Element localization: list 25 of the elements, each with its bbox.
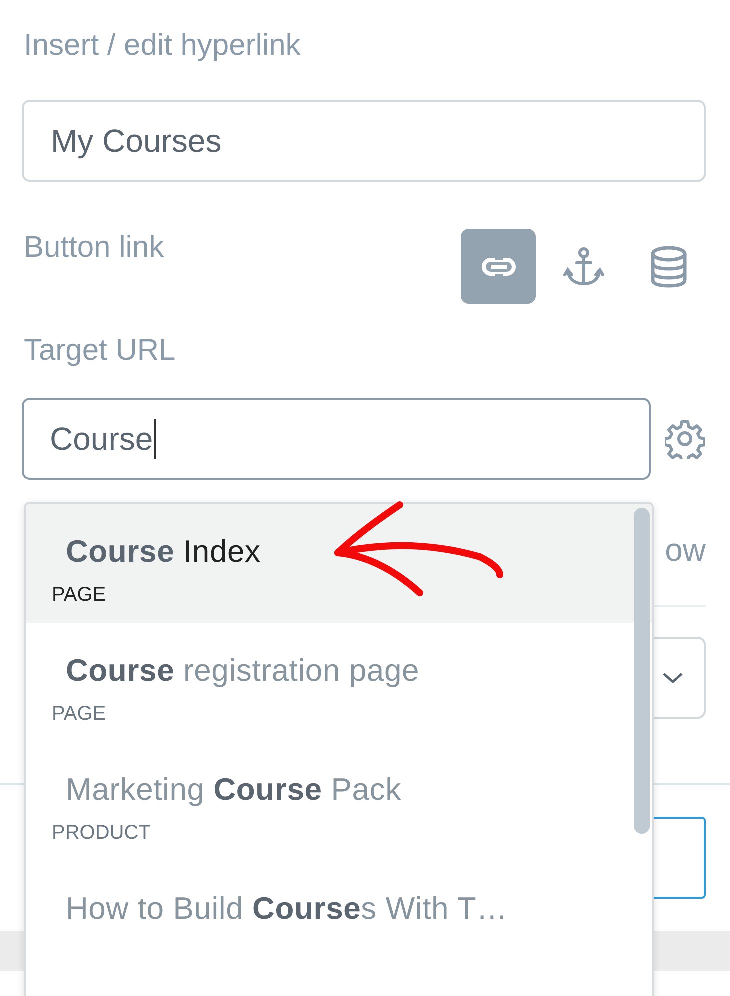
dialog-title: Insert / edit hyperlink xyxy=(24,28,302,64)
suggestion-item[interactable]: Course registration page PAGE xyxy=(26,623,652,742)
text-field[interactable]: My Courses xyxy=(22,100,706,182)
scrollbar[interactable] xyxy=(634,508,650,834)
field-label: Target URL xyxy=(23,334,177,368)
suggestion-title: Course Index xyxy=(65,534,262,570)
suggestion-item[interactable]: Course Index PAGE xyxy=(26,504,652,623)
url-field[interactable]: Course xyxy=(22,398,651,480)
field-label: Button link xyxy=(23,231,164,265)
text-caret xyxy=(154,419,156,459)
anchor-icon xyxy=(562,246,604,288)
suggestion-title: Marketing Course Pack xyxy=(65,772,402,808)
database-icon xyxy=(650,246,688,288)
suggestion-item[interactable]: How to Build Courses With T… xyxy=(26,861,652,943)
suggestion-type: PAGE xyxy=(52,703,108,726)
suggestion-type: PAGE xyxy=(52,584,108,607)
suggestion-item[interactable]: Marketing Course Pack PRODUCT xyxy=(26,742,652,861)
link-icon xyxy=(480,256,516,276)
link-type-button[interactable] xyxy=(461,229,536,304)
chevron-down-icon xyxy=(662,672,684,684)
suggestion-title: Course registration page xyxy=(65,653,421,689)
suggestion-title: How to Build Courses With T… xyxy=(65,891,509,927)
suggestion-type: PRODUCT xyxy=(52,822,152,845)
settings-icon[interactable] xyxy=(665,419,705,459)
option-label: ow xyxy=(665,532,706,568)
